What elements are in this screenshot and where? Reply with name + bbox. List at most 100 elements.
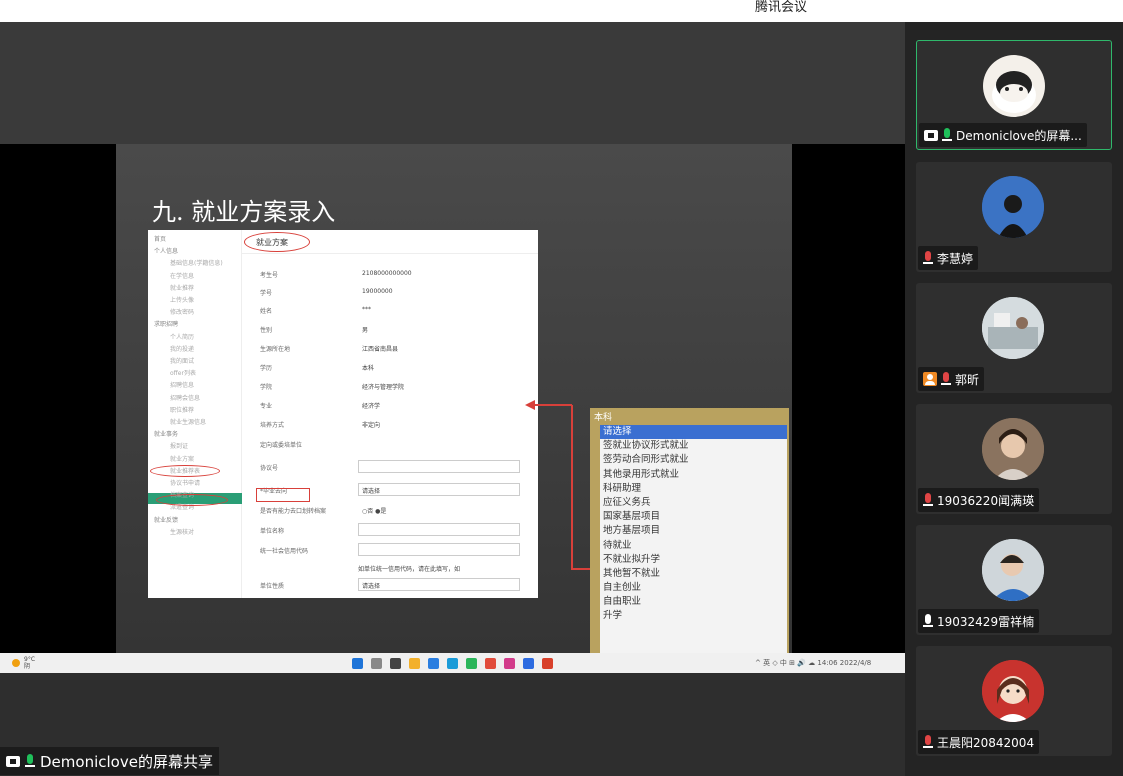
windows-start-icon [352, 658, 363, 669]
dropdown-option: 不就业拟升学 [603, 553, 661, 565]
participant-name: 李慧婷 [937, 251, 974, 266]
participant-name: 19036220闻满瑛 [937, 493, 1035, 508]
microphone-muted-icon [923, 735, 933, 749]
sidebar-item: 就业反馈 [154, 516, 179, 524]
search-icon [371, 658, 382, 669]
microphone-muted-icon [941, 372, 951, 386]
form-field-value: 经济与管理学院 [362, 384, 405, 391]
form-field-label: 学历 [260, 365, 273, 372]
sidebar-item: 在学信息 [170, 272, 195, 280]
sidebar-item: 招聘信息 [170, 382, 195, 390]
form-field-value: 男 [362, 327, 369, 334]
slide-screenshot: 首页 个人信息 基础信息(学籍信息) 在学信息 就业推荐 上传头像 修改密码 求职招聘 个人简历… [148, 230, 538, 598]
form-field-value: 请选择 [362, 488, 381, 495]
edge-icon [428, 658, 439, 669]
participant-name: 19032429雷祥楠 [937, 614, 1035, 629]
sidebar-item: offer列表 [170, 370, 196, 378]
dropdown-option: 国家基层项目 [603, 511, 661, 523]
form-input [358, 543, 520, 556]
presentation-slide: 九. 就业方案录入 首页 个人信息 基础信息(学籍信息) 在学信息 就业推荐 上传头像 修改… [116, 144, 792, 654]
app-icon [504, 658, 515, 669]
dropdown-option: 地方基层项目 [603, 525, 661, 537]
sidebar-item: 生源核对 [170, 528, 195, 536]
participant-tile[interactable]: 王晨阳20842004 [916, 646, 1112, 756]
form-field-label: 性别 [260, 327, 273, 334]
dropdown-option: 签就业协议形式就业 [603, 440, 689, 452]
form-field-label: 姓名 [260, 308, 273, 315]
participant-tile[interactable]: 李慧婷 [916, 162, 1112, 272]
screen-share-name: Demoniclove的屏幕共享 [40, 752, 213, 771]
shared-screen-top [0, 22, 905, 144]
sidebar-item: 我的投递 [170, 345, 195, 353]
letterbox-left [0, 144, 116, 653]
sidebar-item: 就业推荐 [170, 284, 195, 292]
form-field-value: *** [362, 306, 371, 313]
system-tray: ^ 英 ◇ 中 ⊞ 🔊 ☁ 14:06 2022/4/8 [755, 659, 872, 667]
participant-name-bar: 王晨阳20842004 [918, 730, 1040, 754]
annotation-rect-destination [256, 488, 310, 502]
sidebar-item: 上传头像 [170, 297, 195, 304]
form-field-label: 学号 [260, 290, 273, 297]
dropdown-header: 本科 [594, 413, 613, 423]
sidebar-item: 协议书申请 [170, 480, 201, 487]
form-input [358, 483, 520, 496]
participant-name-bar: Demoniclove的屏幕... [919, 123, 1087, 147]
form-input [358, 523, 520, 536]
dropdown-option: 请选择 [600, 425, 787, 440]
participant-name: 郭昕 [955, 372, 980, 387]
participant-name: 王晨阳20842004 [937, 735, 1035, 750]
sidebar-item: 个人信息 [154, 248, 179, 256]
avatar [982, 418, 1044, 480]
form-field-value: 请选择 [362, 583, 381, 590]
sidebar-item: 首页 [154, 236, 167, 243]
dropdown-option: 待就业 [603, 539, 632, 551]
form-field-label: 协议号 [260, 465, 279, 472]
sidebar-item: 招聘会信息 [170, 394, 201, 402]
dropdown-option: 自主创业 [603, 582, 642, 594]
form-field-label: 定向或委培单位 [260, 442, 303, 449]
screen-share-icon [6, 755, 20, 767]
form-field-label: 学院 [260, 384, 273, 391]
microphone-muted-icon [923, 493, 933, 507]
powerpoint-icon [542, 658, 553, 669]
chrome-icon [466, 658, 477, 669]
form-field-value: 江西省南昌县 [362, 346, 399, 353]
microphone-muted-icon [923, 251, 933, 265]
avatar [982, 539, 1044, 601]
form-field-value: ○否 ●是 [362, 508, 387, 515]
shared-screen-area: 九. 就业方案录入 首页 个人信息 基础信息(学籍信息) 在学信息 就业推荐 上传头像 修改… [0, 22, 905, 776]
form-field-label: 是否有能力去口划转档案 [260, 508, 327, 515]
sidebar-item: 就业方案 [170, 455, 195, 463]
sidebar-item: 职位推荐 [170, 406, 195, 414]
annotation-oval-employment [150, 465, 220, 477]
sidebar-item: 报到证 [170, 443, 189, 451]
dropdown-option: 其他暂不就业 [603, 567, 661, 579]
app-icon [485, 658, 496, 669]
weather-text: 9°C 阴 [24, 656, 36, 670]
form-field-value: 本科 [362, 365, 375, 372]
file-explorer-icon [409, 658, 420, 669]
form-input [358, 578, 520, 591]
dropdown-option: 升学 [603, 610, 623, 622]
participant-name: Demoniclove的屏幕... [956, 128, 1082, 143]
participant-tile[interactable]: 19032429雷祥楠 [916, 525, 1112, 635]
dropdown-photo: 本科 请选择 签就业协议形式就业 签劳动合同形式就业 其他录用形式就业 科研助理 应征义务… [590, 408, 789, 654]
participant-tile[interactable]: 郭昕 [916, 283, 1112, 393]
participant-name-bar: 19036220闻满瑛 [918, 488, 1040, 512]
form-input [358, 460, 520, 473]
form-field-label: 培养方式 [260, 422, 285, 429]
form-field-value: 如单位统一信用代码，请在此填写，如 [358, 566, 461, 573]
dropdown-option: 签劳动合同形式就业 [603, 454, 689, 466]
title-bar: 腾讯会议 [0, 0, 1123, 22]
dropdown-option: 科研助理 [603, 482, 642, 494]
form-field-value: 非定向 [362, 422, 381, 429]
participant-name-bar: 郭昕 [918, 367, 985, 391]
form-field-label: 生源所在地 [260, 346, 291, 353]
participant-tile[interactable]: 19036220闻满瑛 [916, 404, 1112, 514]
sidebar-item: 求职招聘 [154, 321, 179, 329]
form-field-label: 统一社会信用代码 [260, 548, 309, 555]
participant-tile[interactable]: Demoniclove的屏幕... [916, 40, 1112, 150]
sidebar-item: 就业生源信息 [170, 419, 207, 426]
microphone-icon [942, 128, 952, 142]
participant-panel: Demoniclove的屏幕... 李慧婷 郭昕 19036220闻满瑛 190… [905, 22, 1123, 776]
